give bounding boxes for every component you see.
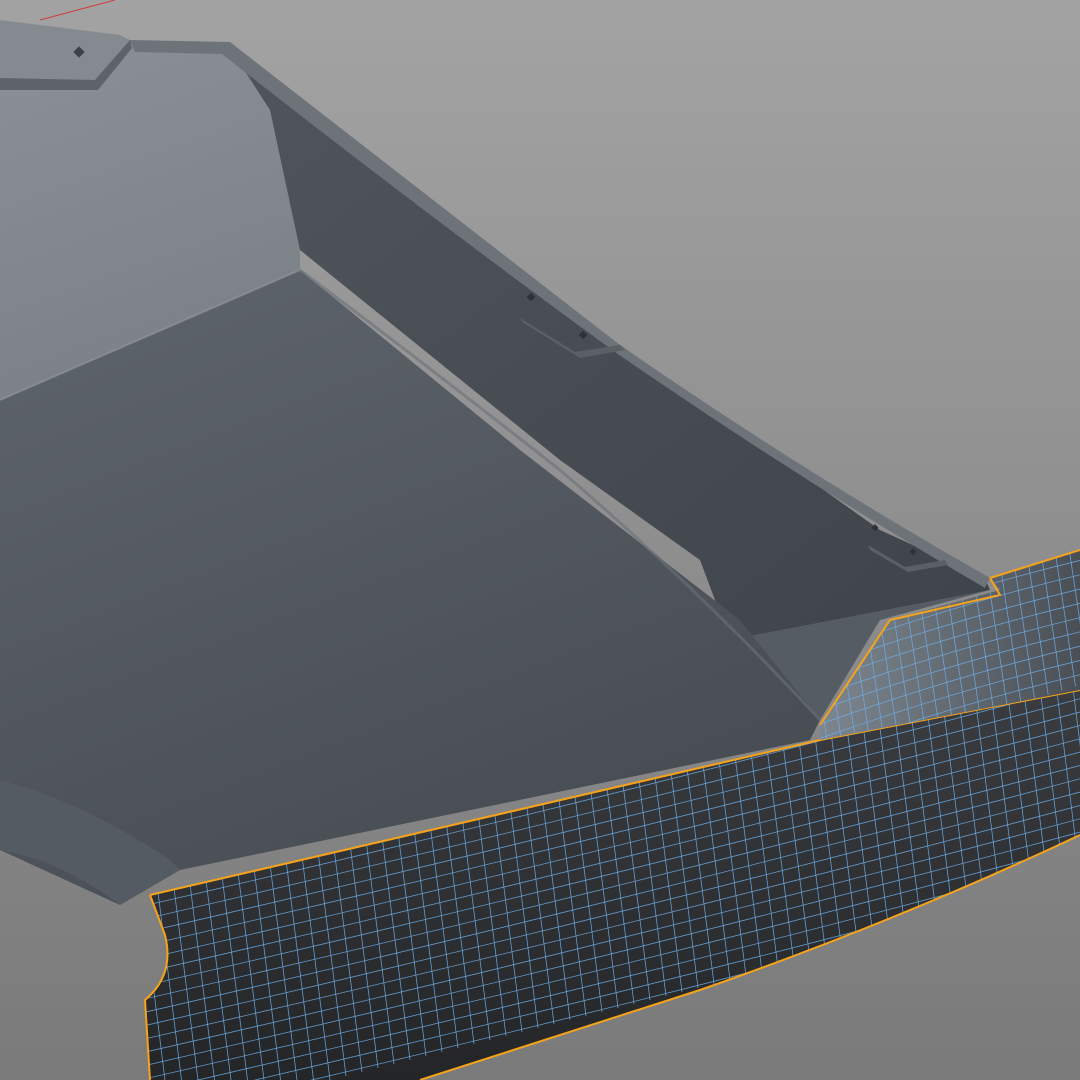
3d-viewport[interactable]: [0, 0, 1080, 1080]
viewport-scene[interactable]: [0, 0, 1080, 1080]
